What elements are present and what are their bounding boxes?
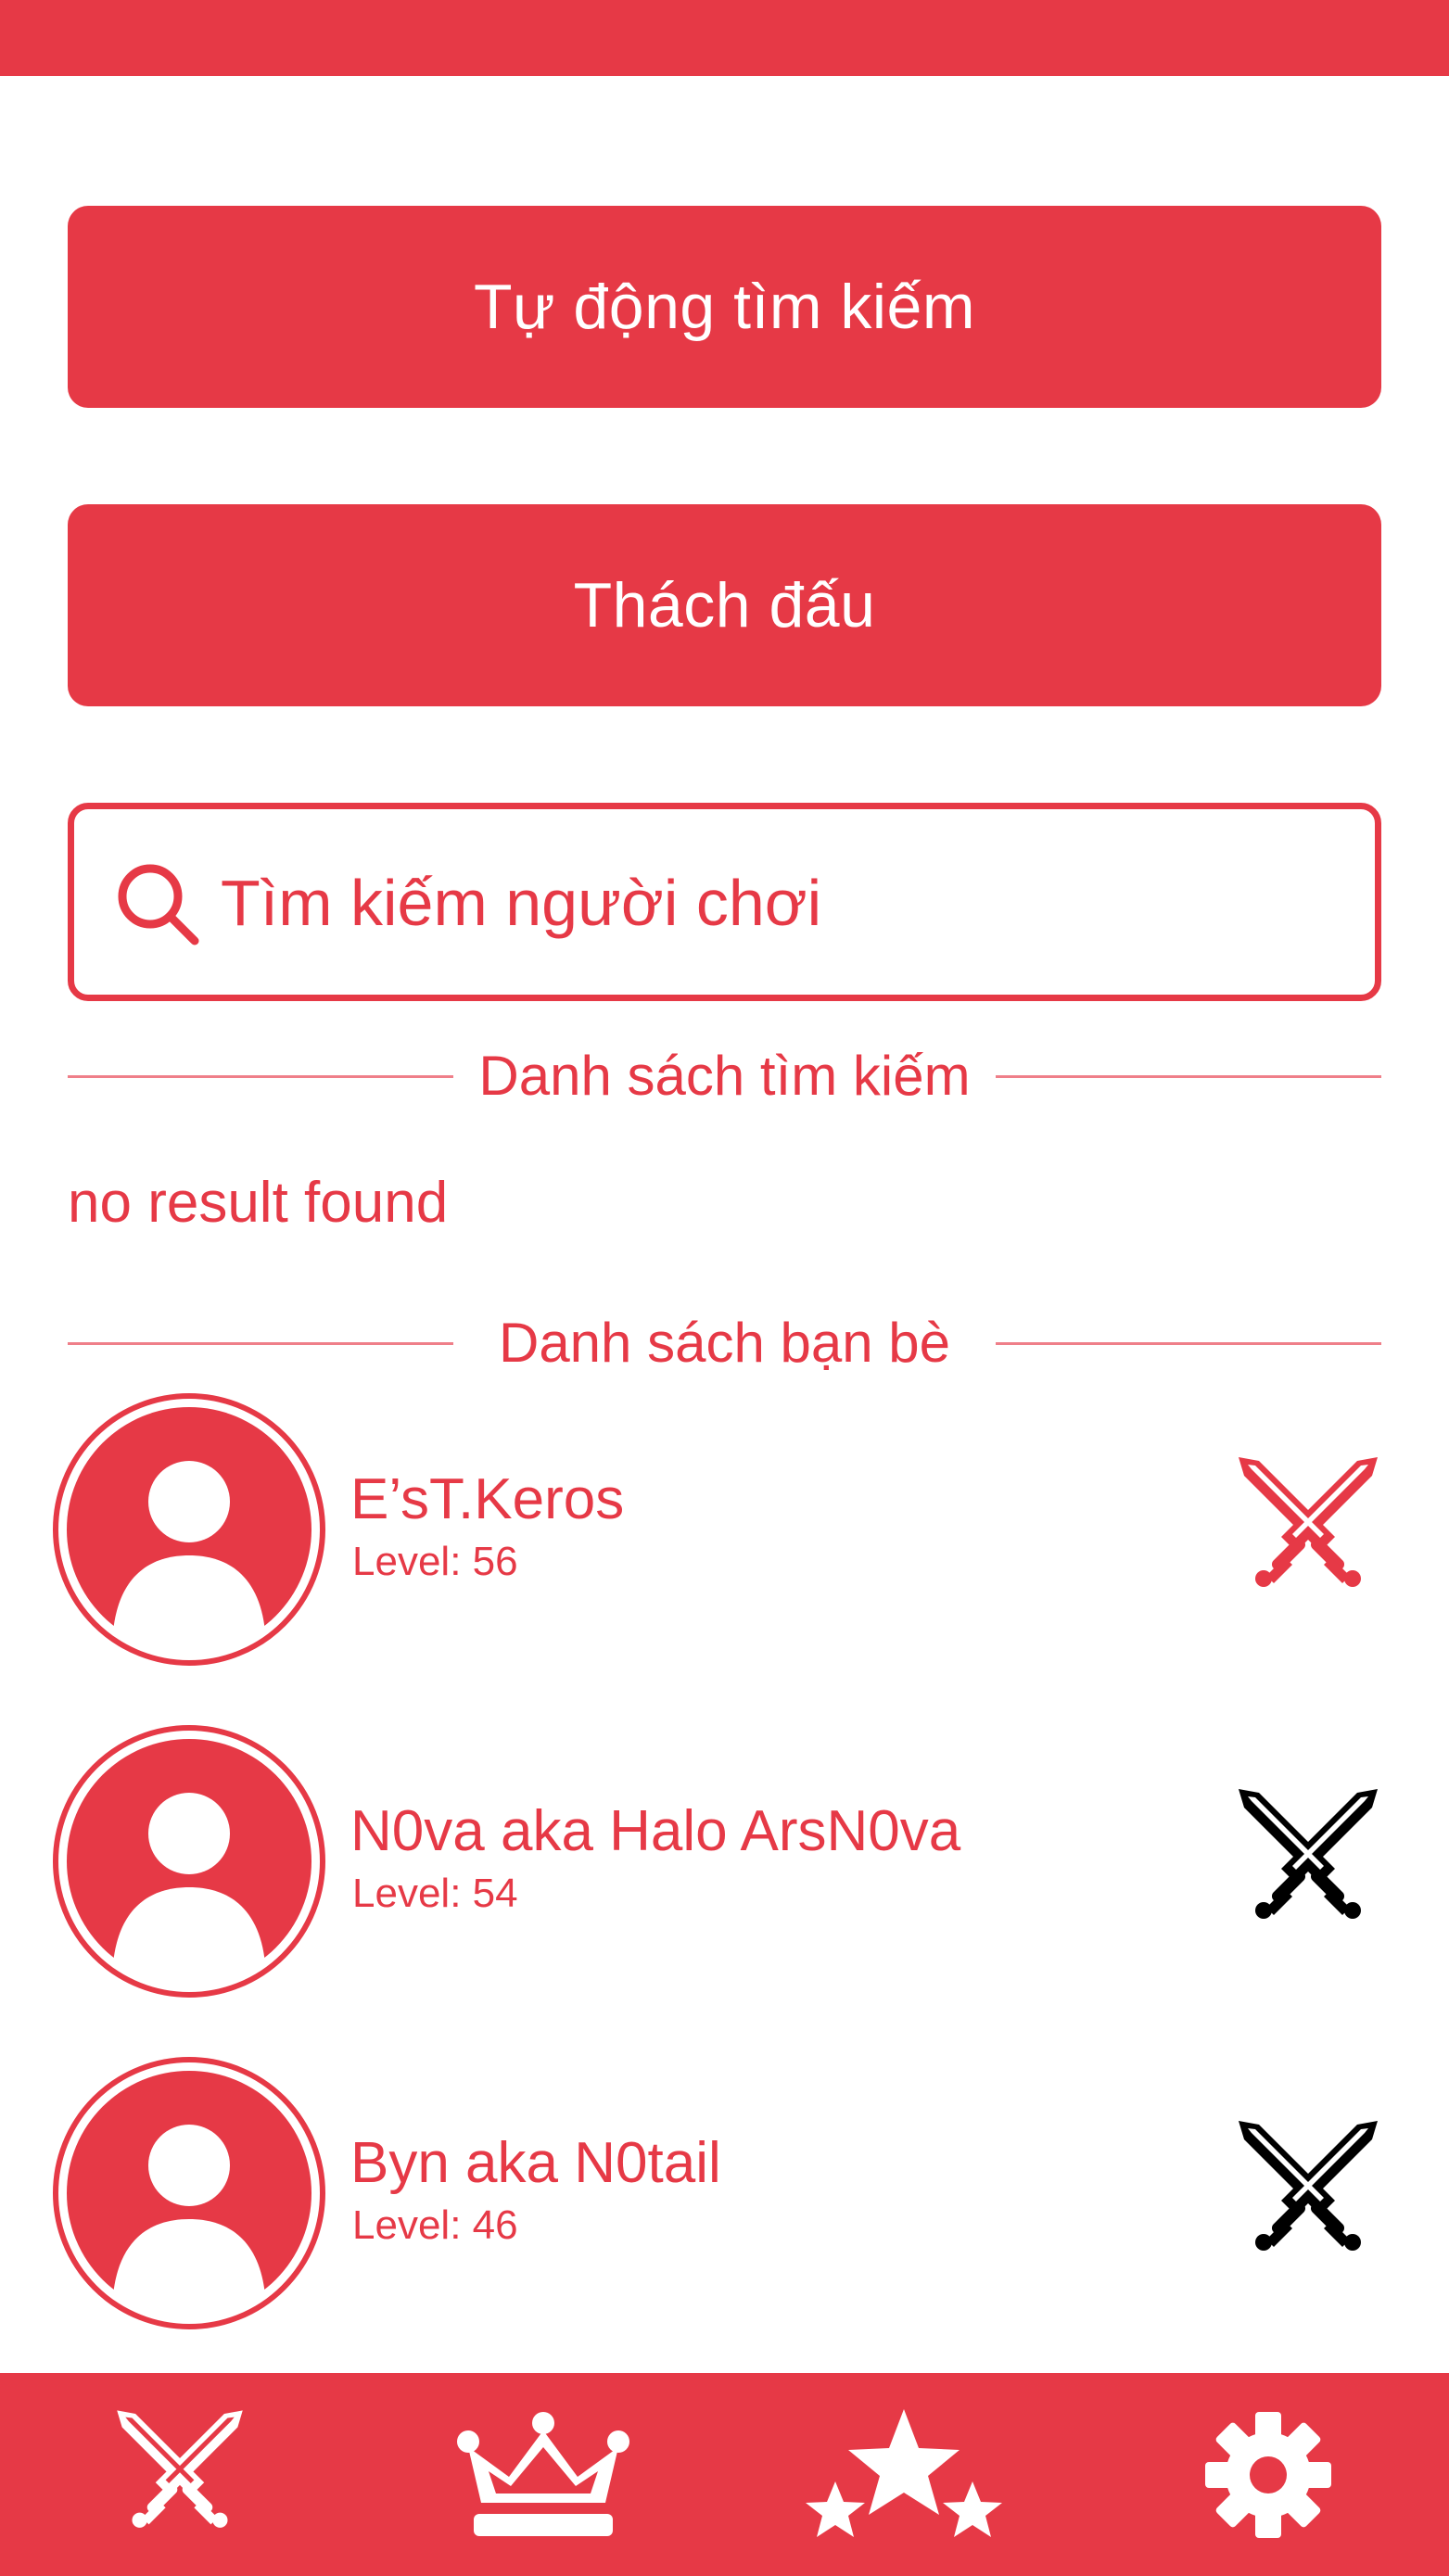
crown-icon	[457, 2411, 629, 2536]
user-avatar-icon	[53, 1725, 325, 1998]
divider-line-left	[68, 1075, 453, 1078]
divider-line-right	[996, 1075, 1381, 1078]
search-input[interactable]	[219, 837, 1335, 969]
top-bar	[0, 0, 1449, 76]
challenge-button[interactable]: Thách đấu	[68, 504, 1381, 706]
friend-level: Level: 46	[352, 2202, 518, 2248]
crossed-swords-icon	[117, 2409, 243, 2528]
gear-icon	[1205, 2411, 1331, 2538]
search-results-divider: Danh sách tìm kiếm	[68, 1038, 1381, 1112]
no-result-text: no result found	[68, 1171, 449, 1235]
nav-battle[interactable]	[41, 2373, 319, 2576]
crossed-swords-icon[interactable]	[1231, 1783, 1385, 1937]
search-box[interactable]	[68, 803, 1381, 1001]
divider-line-left	[68, 1342, 453, 1345]
friend-list-item[interactable]: Byn aka N0tail Level: 46	[0, 2056, 1449, 2330]
friend-level: Level: 54	[352, 1871, 518, 1916]
search-icon	[118, 864, 199, 945]
search-results-heading: Danh sách tìm kiếm	[478, 1044, 971, 1107]
nav-leaderboard[interactable]	[404, 2373, 682, 2576]
auto-search-button[interactable]: Tự động tìm kiếm	[68, 206, 1381, 408]
user-avatar-icon	[53, 1393, 325, 1666]
friends-divider: Danh sách bạn bè	[68, 1305, 1381, 1379]
divider-line-right	[996, 1342, 1381, 1345]
friend-list-item[interactable]: N0va aka Halo ArsN0va Level: 54	[0, 1724, 1449, 1999]
stars-icon	[806, 2408, 1002, 2537]
nav-settings[interactable]	[1129, 2373, 1407, 2576]
friend-name: N0va aka Halo ArsN0va	[350, 1799, 961, 1863]
crossed-swords-icon[interactable]	[1231, 1452, 1385, 1605]
bottom-nav	[0, 2373, 1449, 2576]
friend-name: Byn aka N0tail	[350, 2131, 721, 2195]
friend-list-item[interactable]: E’sT.Keros Level: 56	[0, 1392, 1449, 1667]
friend-name: E’sT.Keros	[350, 1467, 625, 1531]
user-avatar-icon	[53, 2057, 325, 2329]
crossed-swords-icon[interactable]	[1231, 2115, 1385, 2269]
friends-heading: Danh sách bạn bè	[498, 1311, 951, 1374]
nav-achievements[interactable]	[765, 2373, 1043, 2576]
friend-level: Level: 56	[352, 1539, 518, 1584]
